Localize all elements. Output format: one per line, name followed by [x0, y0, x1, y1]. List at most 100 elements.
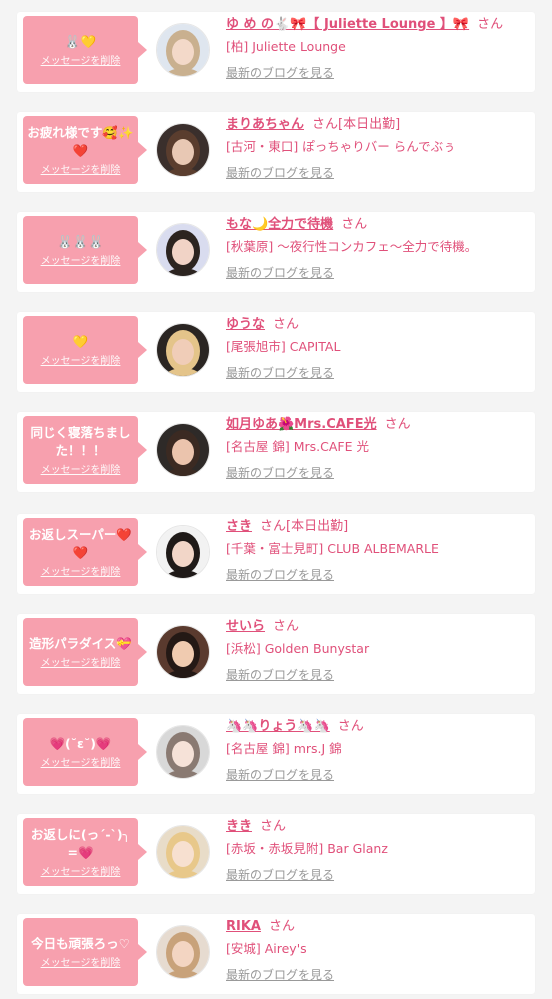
delete-message-link[interactable]: メッセージを削除 [41, 658, 121, 670]
latest-blog-link[interactable]: 最新のブログを見る [226, 465, 334, 481]
delete-message-link[interactable]: メッセージを削除 [41, 56, 121, 68]
delete-message-link[interactable]: メッセージを削除 [41, 958, 121, 970]
delete-message-link[interactable]: メッセージを削除 [41, 256, 121, 268]
shop-name: [名古屋 錦] Mrs.CAFE 光 [226, 439, 369, 454]
message-card: お返しに(っ´-`)╮ =💗 メッセージを削除 きき さん [赤坂・赤坂見附] B… [17, 814, 535, 894]
shop-name: [柏] Juliette Lounge [226, 39, 346, 54]
honorific: さん [273, 317, 300, 332]
latest-blog-link[interactable]: 最新のブログを見る [226, 567, 334, 583]
message-card: 今日も頑張ろっ♡ メッセージを削除 RIKA さん [安城] Airey's 最新… [17, 914, 535, 994]
avatar[interactable] [156, 323, 210, 377]
avatar[interactable] [156, 825, 210, 879]
avatar[interactable] [156, 625, 210, 679]
delete-message-link[interactable]: メッセージを削除 [41, 867, 121, 879]
latest-blog-link[interactable]: 最新のブログを見る [226, 365, 334, 381]
name-line: もな🌙全力で待機 さん [226, 215, 530, 235]
profile-name-link[interactable]: もな🌙全力で待機 [226, 217, 333, 232]
message-bubble: 今日も頑張ろっ♡ メッセージを削除 [23, 918, 147, 986]
shop-name: [浜松] Golden Bunystar [226, 641, 370, 656]
delete-message-link[interactable]: メッセージを削除 [41, 758, 121, 770]
message-text: 同じく寝落ちました！！！ [30, 424, 131, 458]
honorific: さん [268, 919, 295, 934]
message-card: お疲れ様です🥰✨❤️ メッセージを削除 まりあちゃん さん[本日出勤] [古河・東… [17, 112, 535, 192]
avatar[interactable] [156, 725, 210, 779]
avatar-photo-icon [157, 124, 209, 176]
message-card: 同じく寝落ちました！！！ メッセージを削除 如月ゆあ🌺Mrs.CAFE光 さん [… [17, 412, 535, 492]
avatar-photo-icon [157, 224, 209, 276]
shop-name: [古河・東口] ぽっちゃりバー らんでぶぅ [226, 139, 456, 154]
message-text: お返しスーパー❤️❤️ [29, 526, 132, 560]
avatar[interactable] [156, 123, 210, 177]
profile-name-link[interactable]: 如月ゆあ🌺Mrs.CAFE光 [226, 417, 377, 432]
message-bubble: お返しスーパー❤️❤️ メッセージを削除 [23, 518, 147, 586]
shop-name: [尾張旭市] CAPITAL [226, 339, 341, 354]
latest-blog-link[interactable]: 最新のブログを見る [226, 767, 334, 783]
profile-info: 如月ゆあ🌺Mrs.CAFE光 さん [名古屋 錦] Mrs.CAFE 光 最新のブ… [226, 415, 530, 481]
name-line: ゆうな さん [226, 315, 530, 335]
avatar-photo-icon [157, 626, 209, 678]
avatar-photo-icon [157, 826, 209, 878]
message-text: 🐰🐰🐰 [57, 233, 104, 249]
profile-name-link[interactable]: RIKA [226, 919, 261, 934]
shop-name: [千葉・富士見町] CLUB ALBEMARLE [226, 541, 439, 556]
name-line: まりあちゃん さん[本日出勤] [226, 115, 530, 135]
latest-blog-link[interactable]: 最新のブログを見る [226, 667, 334, 683]
latest-blog-link[interactable]: 最新のブログを見る [226, 265, 334, 281]
profile-name-link[interactable]: まりあちゃん [226, 117, 304, 132]
profile-info: さき さん[本日出勤] [千葉・富士見町] CLUB ALBEMARLE 最新のブ… [226, 517, 530, 583]
latest-blog-link[interactable]: 最新のブログを見る [226, 967, 334, 983]
message-bubble: 💗(˘ε˘)💗 メッセージを削除 [23, 718, 147, 786]
profile-name-link[interactable]: ゆうな [226, 317, 265, 332]
avatar[interactable] [156, 23, 210, 77]
message-text: 造形パラダイス💝 [29, 635, 132, 651]
name-line: 🦄🦄りょう🦄🦄 さん [226, 717, 530, 737]
profile-info: ゆ め の🐇🎀【 Juliette Lounge 】🎀 さん [柏] Juliet… [226, 15, 530, 81]
latest-blog-link[interactable]: 最新のブログを見る [226, 867, 334, 883]
message-list: 🐰💛 メッセージを削除 ゆ め の🐇🎀【 Juliette Lounge 】🎀 さ… [0, 0, 552, 999]
profile-info: きき さん [赤坂・赤坂見附] Bar Glanz 最新のブログを見る [226, 817, 530, 883]
delete-message-link[interactable]: メッセージを削除 [41, 465, 121, 477]
avatar[interactable] [156, 525, 210, 579]
message-card: 造形パラダイス💝 メッセージを削除 せいら さん [浜松] Golden Buny… [17, 614, 535, 694]
delete-message-link[interactable]: メッセージを削除 [41, 567, 121, 579]
name-line: さき さん[本日出勤] [226, 517, 530, 537]
message-bubble: 造形パラダイス💝 メッセージを削除 [23, 618, 147, 686]
shop-name: [赤坂・赤坂見附] Bar Glanz [226, 841, 388, 856]
profile-info: もな🌙全力で待機 さん [秋葉原] 〜夜行性コンカフェ〜全力で待機。 最新のブログ… [226, 215, 530, 281]
honorific: さん [273, 619, 300, 634]
message-text: 💗(˘ε˘)💗 [49, 735, 112, 751]
avatar-photo-icon [157, 926, 209, 978]
profile-name-link[interactable]: きき [226, 819, 252, 834]
avatar[interactable] [156, 925, 210, 979]
avatar-photo-icon [157, 424, 209, 476]
profile-name-link[interactable]: せいら [226, 619, 265, 634]
message-card: 💗(˘ε˘)💗 メッセージを削除 🦄🦄りょう🦄🦄 さん [名古屋 錦] mrs.J… [17, 714, 535, 794]
work-status: [本日出勤] [338, 117, 401, 132]
profile-name-link[interactable]: 🦄🦄りょう🦄🦄 [226, 719, 330, 734]
avatar-photo-icon [157, 324, 209, 376]
shop-name: [秋葉原] 〜夜行性コンカフェ〜全力で待機。 [226, 239, 478, 254]
honorific: さん [341, 217, 368, 232]
profile-name-link[interactable]: ゆ め の🐇🎀【 Juliette Lounge 】🎀 [226, 17, 469, 32]
profile-info: まりあちゃん さん[本日出勤] [古河・東口] ぽっちゃりバー らんでぶぅ 最新の… [226, 115, 530, 181]
profile-info: ゆうな さん [尾張旭市] CAPITAL 最新のブログを見る [226, 315, 530, 381]
latest-blog-link[interactable]: 最新のブログを見る [226, 65, 334, 81]
avatar-photo-icon [157, 24, 209, 76]
message-card: 🐰💛 メッセージを削除 ゆ め の🐇🎀【 Juliette Lounge 】🎀 さ… [17, 12, 535, 92]
avatar[interactable] [156, 423, 210, 477]
message-text: 💛 [72, 333, 89, 349]
message-bubble: 同じく寝落ちました！！！ メッセージを削除 [23, 416, 147, 484]
message-bubble: 🐰💛 メッセージを削除 [23, 16, 147, 84]
message-text: 🐰💛 [64, 33, 97, 49]
avatar[interactable] [156, 223, 210, 277]
profile-name-link[interactable]: さき [226, 519, 252, 534]
message-bubble: 💛 メッセージを削除 [23, 316, 147, 384]
honorific: さん [384, 417, 411, 432]
latest-blog-link[interactable]: 最新のブログを見る [226, 165, 334, 181]
name-line: RIKA さん [226, 917, 530, 937]
message-text: お疲れ様です🥰✨❤️ [27, 124, 134, 158]
delete-message-link[interactable]: メッセージを削除 [41, 356, 121, 368]
delete-message-link[interactable]: メッセージを削除 [41, 165, 121, 177]
message-text: お返しに(っ´-`)╮ =💗 [30, 826, 131, 860]
message-card: 🐰🐰🐰 メッセージを削除 もな🌙全力で待機 さん [秋葉原] 〜夜行性コンカフェ〜… [17, 212, 535, 292]
